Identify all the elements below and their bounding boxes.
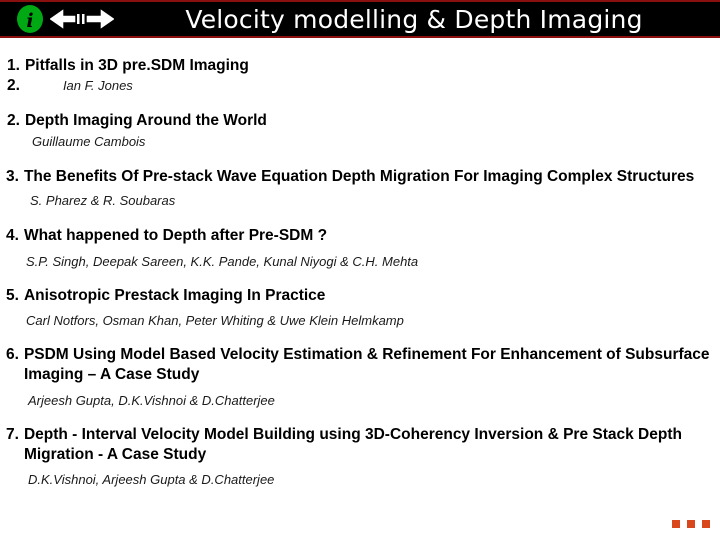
list-item-title: PSDM Using Model Based Velocity Estimati… xyxy=(23,346,710,383)
list-item-number: 2. xyxy=(7,111,20,129)
list-item-title-row: 4. What happened to Depth after Pre-SDM … xyxy=(4,226,714,246)
list-item-number: 7. xyxy=(6,425,19,443)
list-item-title-row: 1. Pitfalls in 3D pre.SDM Imaging xyxy=(4,56,714,76)
list-item: 2. Depth Imaging Around the World Guilla… xyxy=(4,111,714,149)
list-item-title: What happened to Depth after Pre-SDM ? xyxy=(23,227,328,245)
ellipsis-dot xyxy=(687,520,695,528)
list-item-title-row: 3. The Benefits Of Pre-stack Wave Equati… xyxy=(4,167,714,187)
list-item: 6. PSDM Using Model Based Velocity Estim… xyxy=(4,345,714,408)
list-item-authors: S.P. Singh, Deepak Sareen, K.K. Pande, K… xyxy=(26,254,419,270)
list-item-authors: Arjeesh Gupta, D.K.Vishnoi & D.Chatterje… xyxy=(28,392,275,408)
left-right-arrow-icon[interactable] xyxy=(50,8,114,30)
list-item-title: Depth Imaging Around the World xyxy=(24,111,267,129)
list-item-authors: Carl Notfors, Osman Khan, Peter Whiting … xyxy=(26,313,404,329)
list-item: 4. What happened to Depth after Pre-SDM … xyxy=(4,226,714,269)
list-item-title: Pitfalls in 3D pre.SDM Imaging xyxy=(24,57,249,74)
list-item: 5. Anisotropic Prestack Imaging In Pract… xyxy=(4,286,714,328)
list-item: 1. Pitfalls in 3D pre.SDM Imaging 2. Ian… xyxy=(4,56,714,95)
list-item-number: 3. xyxy=(6,167,19,185)
list-item-authors: Guillaume Cambois xyxy=(32,133,146,149)
list-item-number: 5. xyxy=(6,287,19,305)
header-icon-group: i xyxy=(0,4,114,34)
list-item-authors: S. Pharez & R. Soubaras xyxy=(30,193,176,209)
list-item: 7. Depth - Interval Velocity Model Build… xyxy=(4,425,714,488)
list-item-subrow: 2. Ian F. Jones xyxy=(4,77,714,95)
list-item: 3. The Benefits Of Pre-stack Wave Equati… xyxy=(4,167,714,209)
list-item-number: 1. xyxy=(7,57,20,74)
list-item-title-row: 7. Depth - Interval Velocity Model Build… xyxy=(4,425,714,465)
ellipsis-dot xyxy=(672,520,680,528)
ellipsis-dots-icon[interactable] xyxy=(672,520,710,528)
list-item-stray-number: 2. xyxy=(7,76,20,94)
list-item-authors: D.K.Vishnoi, Arjeesh Gupta & D.Chatterje… xyxy=(28,472,275,488)
list-item-title-row: 5. Anisotropic Prestack Imaging In Pract… xyxy=(4,286,714,306)
list-item-authors: Ian F. Jones xyxy=(62,77,133,93)
list-item-title-row: 6. PSDM Using Model Based Velocity Estim… xyxy=(4,345,714,385)
list-item-title: Anisotropic Prestack Imaging In Practice xyxy=(23,287,326,305)
presentation-list: 1. Pitfalls in 3D pre.SDM Imaging 2. Ian… xyxy=(0,38,720,540)
page-title: Velocity modelling & Depth Imaging xyxy=(185,4,643,34)
svg-text:i: i xyxy=(26,10,33,32)
list-item-title: The Benefits Of Pre-stack Wave Equation … xyxy=(23,167,695,185)
ellipsis-dot xyxy=(702,520,710,528)
list-item-title: Depth - Interval Velocity Model Building… xyxy=(23,425,682,463)
list-item-number: 4. xyxy=(6,227,19,245)
title-bar: i Velocity modelling & Depth Imaging xyxy=(0,0,720,38)
list-item-number: 6. xyxy=(6,346,19,364)
info-circle-icon[interactable]: i xyxy=(16,4,44,34)
list-item-title-row: 2. Depth Imaging Around the World xyxy=(4,111,714,131)
